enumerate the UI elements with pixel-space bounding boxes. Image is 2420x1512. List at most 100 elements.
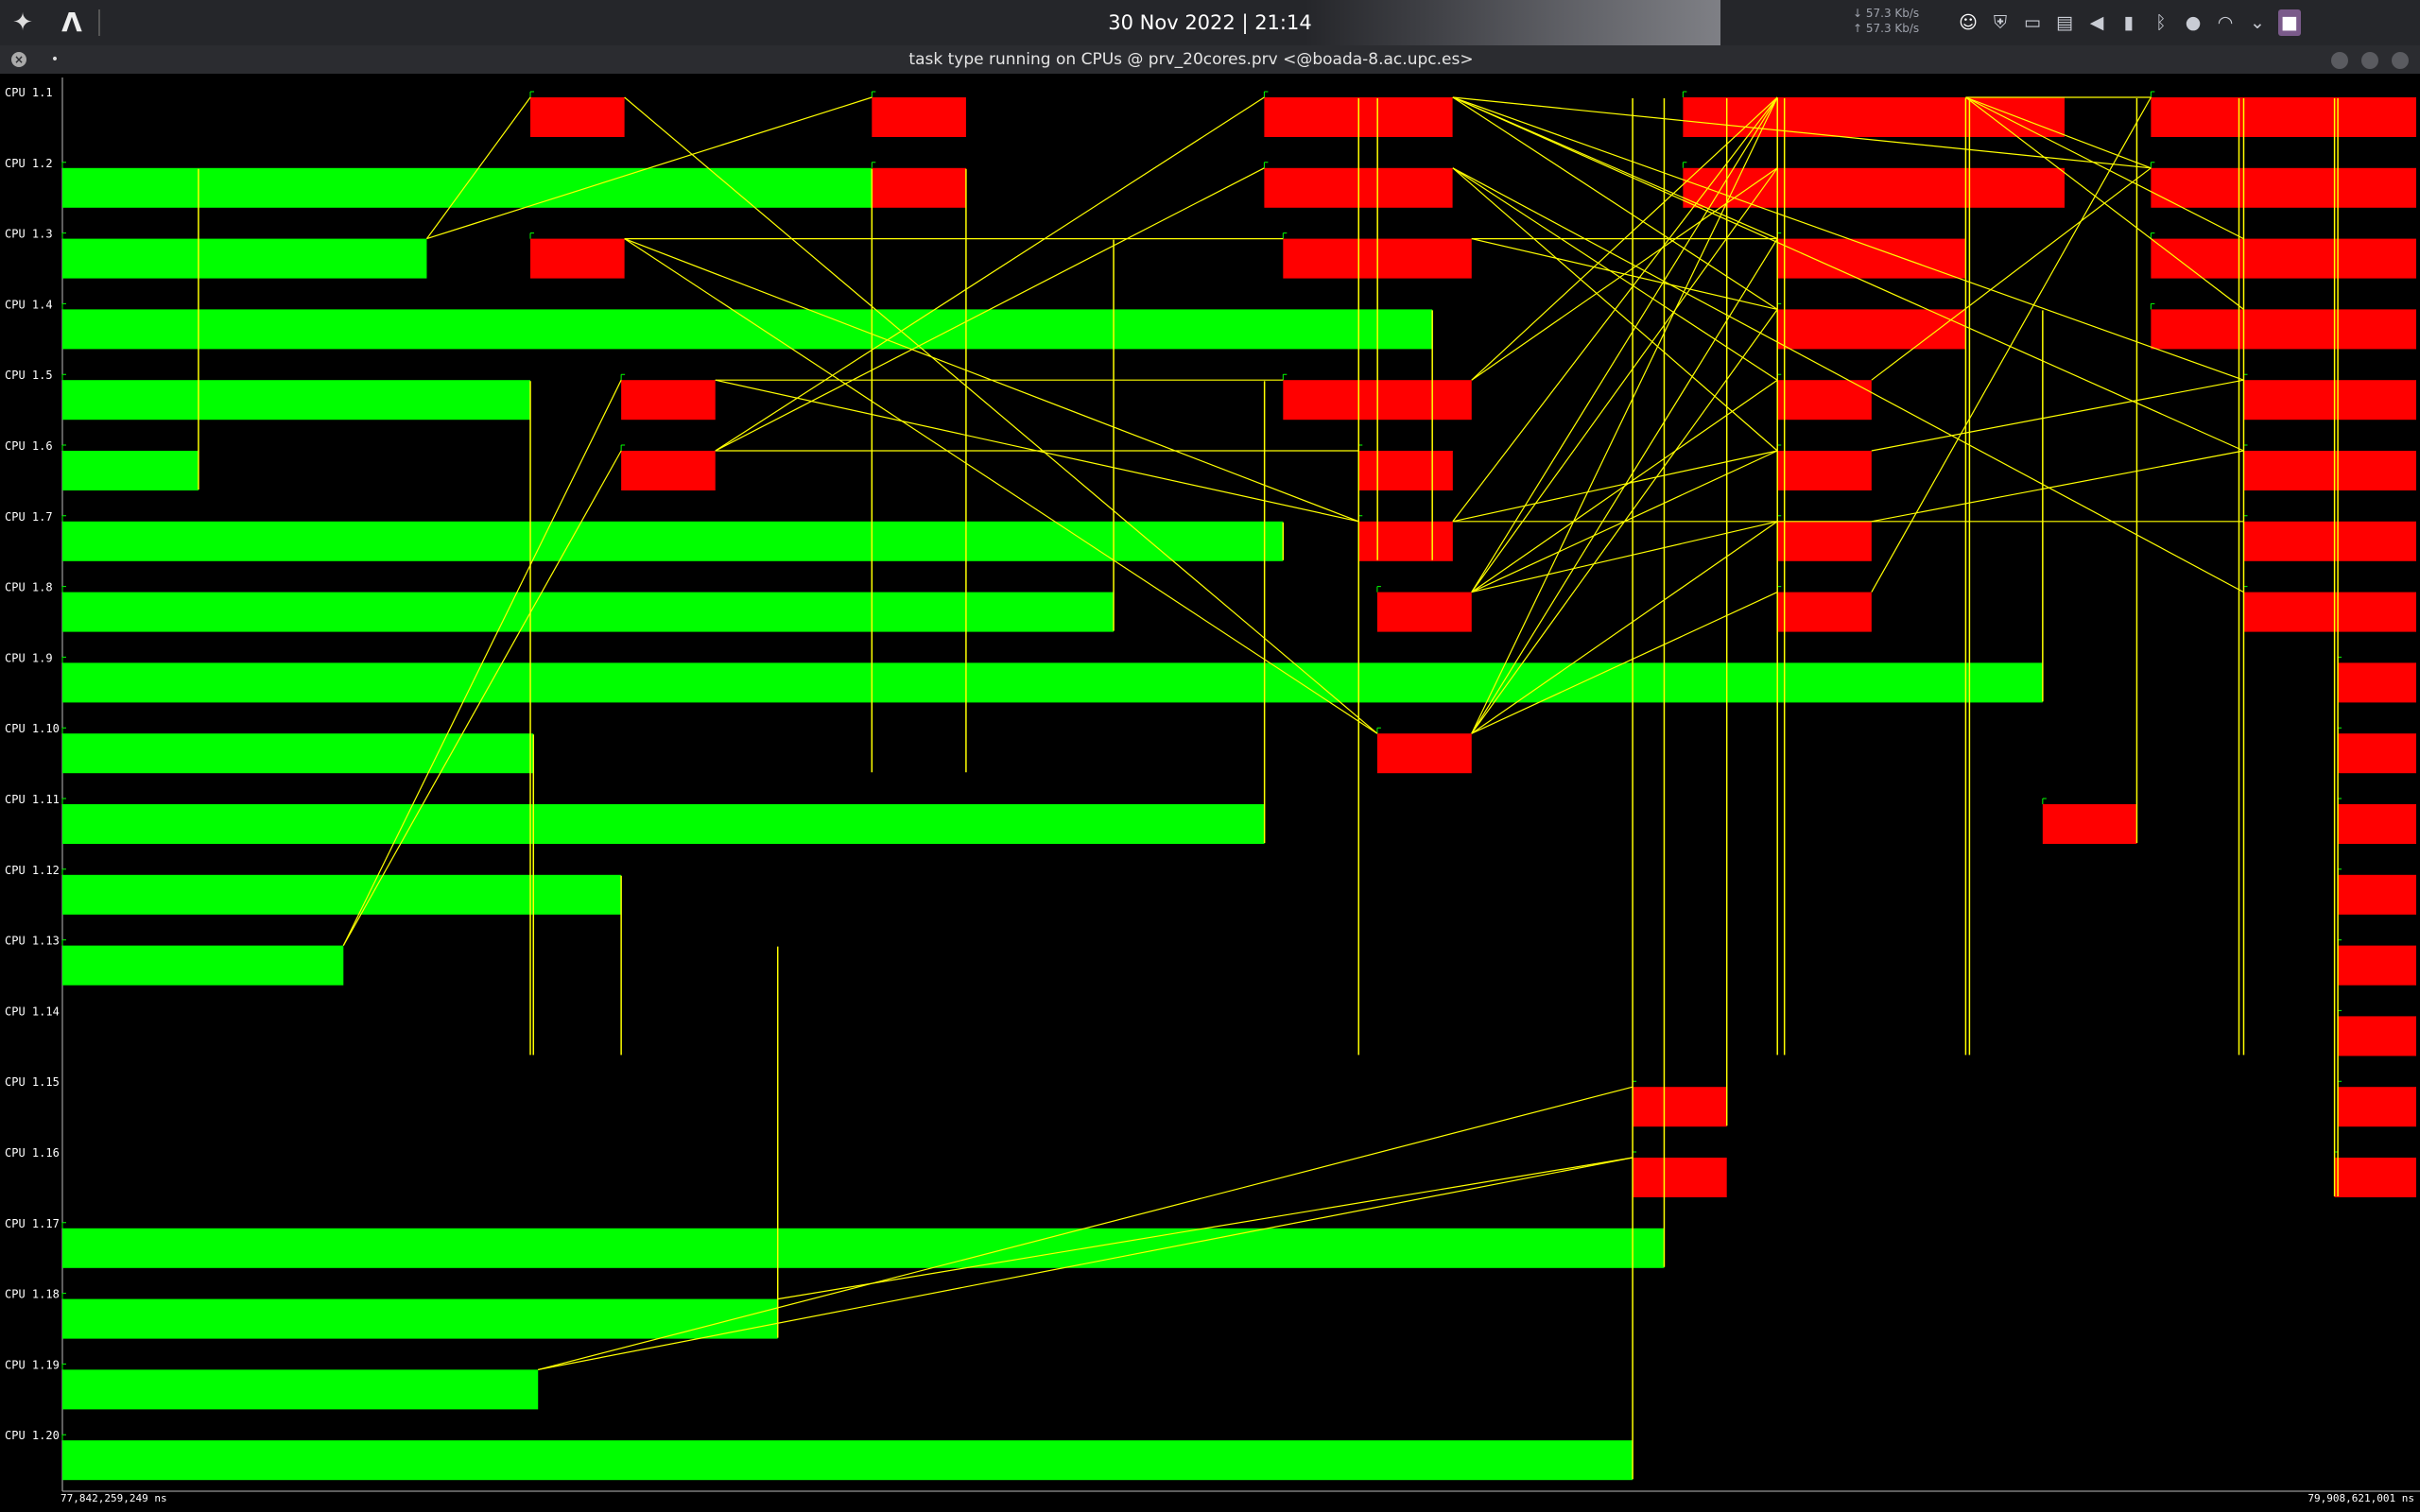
timeline-plot[interactable]: CPU 1.1 CPU 1.2 CPU 1.3 CPU 1.4 CPU 1.5 CPU 1… <box>0 74 2420 1512</box>
comm-line <box>1471 96 1778 734</box>
event-flag <box>2042 798 2047 804</box>
task-bar <box>2338 662 2416 703</box>
event-flag <box>61 162 66 168</box>
event-flag <box>620 444 626 451</box>
system-tray: ☺ ⛨ ▭ ▤ ◀ ▮ ᛒ ● ◠ ⌄ ■ <box>1957 9 2301 36</box>
discord-icon[interactable]: ☺ <box>1957 9 1979 36</box>
network-speed: ↓ 57.3 Kb/s ↑ 57.3 Kb/s <box>1853 6 1938 36</box>
event-flag <box>61 302 66 310</box>
event-flag <box>61 868 66 875</box>
running-bar <box>62 1440 1634 1481</box>
wifi-icon[interactable]: ◠ <box>2214 9 2237 36</box>
cpu-row-label: CPU 1.4 <box>5 298 53 311</box>
timeline-view[interactable]: CPU 1.1 CPU 1.2 CPU 1.3 CPU 1.4 CPU 1.5 CPU 1… <box>0 74 2420 1512</box>
running-bar <box>62 945 344 986</box>
close-button[interactable] <box>2392 52 2409 69</box>
arch-logo-icon[interactable]: Ʌ <box>57 8 87 38</box>
comm-line <box>1452 450 1778 523</box>
clipboard-icon[interactable]: ▤ <box>2053 9 2076 36</box>
window-icon[interactable]: ▭ <box>2021 9 2044 36</box>
event-flag <box>61 1293 66 1299</box>
running-bar <box>62 238 427 279</box>
net-up-rate: ↑ 57.3 Kb/s <box>1853 22 1920 35</box>
event-flag <box>1682 91 1687 97</box>
comm-line <box>1471 167 1778 381</box>
cpu-row-label: CPU 1.5 <box>5 369 53 382</box>
battery-icon[interactable]: ▮ <box>2118 9 2140 36</box>
event-flag <box>61 586 66 593</box>
task-bar <box>621 451 716 490</box>
comm-line <box>1871 450 2244 523</box>
event-flag <box>61 939 66 946</box>
event-flag <box>2150 91 2155 97</box>
comm-line <box>715 96 1265 452</box>
clock[interactable]: 30 Nov 2022 | 21:14 <box>1040 9 1380 36</box>
cpu-row-label: CPU 1.18 <box>5 1288 60 1301</box>
task-bar <box>2243 451 2416 490</box>
comm-line <box>1471 238 1778 734</box>
running-bar <box>62 167 873 208</box>
window-controls <box>2331 52 2409 69</box>
cpu-row-label: CPU 1.15 <box>5 1075 60 1089</box>
net-down-rate: ↓ 57.3 Kb/s <box>1853 7 1920 20</box>
cpu-row-label: CPU 1.16 <box>5 1146 60 1160</box>
event-flag <box>871 162 876 168</box>
running-bar <box>62 592 1115 632</box>
top-panel: ✦ Ʌ 30 Nov 2022 | 21:14 ↓ 57.3 Kb/s ↑ 57… <box>0 0 2420 45</box>
task-bar <box>1777 592 1872 632</box>
event-flag <box>529 232 535 239</box>
running-bar <box>62 309 1433 350</box>
task-bar <box>1358 451 1453 490</box>
running-bar <box>62 380 531 421</box>
volume-icon[interactable]: ◀ <box>2085 9 2108 36</box>
task-bar <box>2151 97 2416 137</box>
cpu-row-label: CPU 1.14 <box>5 1005 60 1018</box>
shield-icon[interactable]: ⛨ <box>1989 9 2012 36</box>
task-bar <box>1777 380 1872 421</box>
event-flag <box>1282 373 1288 381</box>
cpu-row-label: CPU 1.19 <box>5 1358 60 1371</box>
task-bar <box>2243 521 2416 561</box>
microphone-icon[interactable]: ● <box>2182 9 2204 36</box>
app-launcher-icon[interactable]: ✦ <box>8 8 38 38</box>
task-bar <box>2338 1016 2416 1057</box>
task-bar <box>2042 804 2137 844</box>
task-bar <box>1777 451 1872 490</box>
task-bar <box>2338 874 2416 915</box>
event-flag <box>1682 162 1687 168</box>
task-bar <box>1777 521 1872 561</box>
running-bar <box>62 521 1284 561</box>
chevron-down-icon[interactable]: ⌄ <box>2246 9 2269 36</box>
maximize-button[interactable] <box>2361 52 2378 69</box>
running-bar <box>62 1369 539 1410</box>
event-flag <box>1376 727 1381 734</box>
comm-line <box>1471 167 1778 593</box>
bluetooth-icon[interactable]: ᛒ <box>2150 9 2172 36</box>
task-bar <box>872 97 966 137</box>
workspace-icon[interactable]: ■ <box>2278 9 2301 36</box>
task-bar <box>2243 380 2416 421</box>
event-flag <box>61 515 66 522</box>
event-flag <box>61 1434 66 1441</box>
event-flag <box>2150 232 2155 239</box>
event-flag <box>1263 162 1269 168</box>
event-flag <box>871 91 876 97</box>
panel-separator <box>98 9 100 36</box>
close-icon[interactable]: × <box>11 52 26 67</box>
cpu-row-label: CPU 1.7 <box>5 510 53 524</box>
minimize-button[interactable] <box>2331 52 2348 69</box>
cpu-row-label: CPU 1.2 <box>5 157 53 170</box>
task-bar <box>1376 592 1472 632</box>
window-title: task type running on CPUs @ prv_20cores.… <box>908 50 1474 69</box>
pin-icon[interactable]: • <box>49 53 60 66</box>
window-titlebar: × • task type running on CPUs @ prv_20co… <box>0 45 2420 74</box>
task-bar <box>1777 309 1966 350</box>
task-bar <box>2338 804 2416 844</box>
task-bar <box>872 167 966 208</box>
event-flag <box>61 1363 66 1370</box>
event-flag <box>1263 91 1269 97</box>
time-start-label: 77,842,259,249 ns <box>60 1492 167 1504</box>
event-flag <box>529 91 535 97</box>
cpu-row-label: CPU 1.12 <box>5 864 60 877</box>
running-bar <box>62 804 1265 844</box>
